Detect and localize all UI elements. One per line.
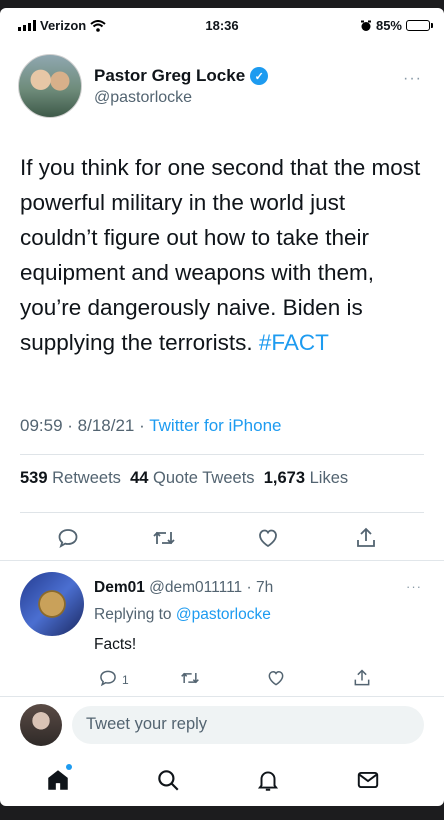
like-icon[interactable] [262,664,290,692]
divider [20,454,424,455]
divider [0,696,444,697]
retweet-icon[interactable] [176,664,204,692]
reply-icon[interactable] [54,524,82,552]
divider [0,560,444,561]
reply-header: Dem01 @dem011111 · 7h [94,579,273,597]
notifications-icon[interactable] [254,766,282,794]
author-name: Pastor Greg Locke [94,66,246,85]
tweet-text: If you think for one second that the mos… [20,150,424,360]
share-icon[interactable] [352,524,380,552]
share-icon[interactable] [348,664,376,692]
divider [20,512,424,513]
reply-input[interactable]: Tweet your reply [72,706,424,744]
tweet-meta: 09:59 · 8/18/21 · Twitter for iPhone [20,416,282,435]
current-user-avatar [20,704,62,746]
quote-tweets-stat[interactable]: 44 Quote Tweets [130,469,254,487]
tweet-source-link[interactable]: Twitter for iPhone [149,416,281,435]
tweet-actions [0,524,444,554]
like-icon[interactable] [254,524,282,552]
likes-stat[interactable]: 1,673 Likes [264,469,348,487]
likes-label: Likes [309,469,349,487]
hashtag-link[interactable]: #FACT [259,330,329,355]
tweet-body: If you think for one second that the mos… [20,155,421,355]
bottom-tab-bar [0,758,444,806]
new-content-dot [66,764,72,770]
quote-tweets-label: Quote Tweets [153,469,255,487]
reply-icon[interactable] [94,664,122,692]
messages-icon[interactable] [354,766,382,794]
separator: · [242,579,256,596]
retweets-label: Retweets [52,469,121,487]
likes-count: 1,673 [263,469,306,487]
reply-age: 7h [255,579,274,596]
reply-text: Facts! [94,636,137,653]
author-handle: @pastorlocke [94,89,193,106]
search-icon[interactable] [154,766,182,794]
retweets-stat[interactable]: 539 Retweets [20,469,121,487]
retweet-icon[interactable] [150,524,178,552]
replying-to-mention[interactable]: @pastorlocke [176,606,271,623]
status-bar: Verizon 18:36 85% [0,8,444,42]
home-icon[interactable] [44,766,72,794]
battery-icon [406,20,433,31]
author-block[interactable]: Pastor Greg Locke ✓ @pastorlocke [94,66,269,107]
author-name-row: Pastor Greg Locke ✓ [94,66,269,86]
quote-tweets-count: 44 [130,469,149,487]
reply-author-name[interactable]: Dem01 [94,579,145,596]
more-options-icon[interactable]: ··· [403,70,422,88]
reply-count: 1 [122,673,129,687]
retweets-count: 539 [20,469,48,487]
reply-author-handle: @dem011111 [149,579,243,596]
alarm-icon [360,20,371,31]
reply-actions: 1 [0,664,444,694]
tweet-date: 8/18/21 [77,416,135,435]
tweet-stats: 539 Retweets 44 Quote Tweets 1,673 Likes [20,469,348,488]
replying-to: Replying to @pastorlocke [94,606,271,624]
tweet-screen: Verizon 18:36 85% Pastor Greg Locke ✓ @p… [0,8,444,806]
verified-badge-icon: ✓ [250,67,269,85]
reply-input-placeholder: Tweet your reply [86,715,208,733]
tweet-time: 09:59 [20,416,63,435]
author-avatar[interactable] [18,54,82,118]
reply-more-options-icon[interactable]: ··· [406,579,422,594]
battery-percent: 85% [375,18,402,33]
replying-to-label: Replying to [94,606,172,623]
battery-group: 85% [360,18,433,33]
reply-author-avatar[interactable] [20,572,84,636]
